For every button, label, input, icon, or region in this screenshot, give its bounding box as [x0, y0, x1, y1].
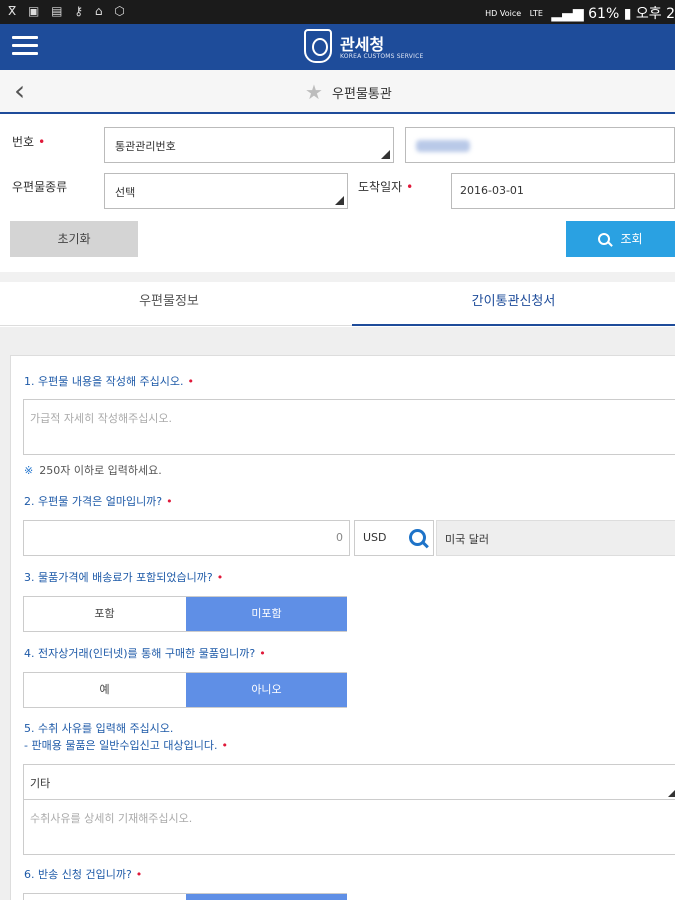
mail-type-value: 선택 — [115, 186, 136, 199]
logo-subtitle: KOREA CUSTOMS SERVICE — [340, 53, 424, 60]
question-1: 1. 우편물 내용을 작성해 주십시오. • — [24, 375, 195, 388]
tab-simple-declaration[interactable]: 간이통관신청서 — [352, 282, 675, 326]
question-2: 2. 우편물 가격은 얼마입니까? • — [24, 495, 173, 508]
page-title-group: ★ 우편물통관 — [305, 80, 392, 104]
option-return-yes[interactable] — [24, 894, 185, 900]
currency-name-field: 미국 달러 — [436, 520, 675, 556]
ecommerce-toggle: 예 아니오 — [23, 672, 347, 708]
length-hint: ※ 250자 이하로 입력하세요. — [24, 464, 162, 477]
sub-header: ‹ ★ 우편물통관 — [0, 70, 675, 114]
currency-search-icon[interactable] — [409, 529, 429, 549]
question-5: 5. 수취 사유를 입력해 주십시오. — [24, 722, 174, 735]
shipping-included-toggle: 포함 미포함 — [23, 596, 347, 632]
number-label: 번호 • — [12, 135, 46, 149]
mail-type-label: 우편물종류 — [12, 180, 68, 194]
option-not-included[interactable]: 미포함 — [186, 597, 347, 631]
hd-voice-icon: HD Voice — [485, 9, 522, 18]
declaration-form: 1. 우편물 내용을 작성해 주십시오. • 가급적 자세히 작성해주십시오. ※… — [10, 355, 675, 900]
search-form: 번호 • 통관관리번호 우편물종류 선택 도착일자 • 2016-03-01 초기화… — [0, 116, 675, 274]
reason-detail-textarea[interactable]: 수취사유를 상세히 기재해주십시오. — [23, 799, 675, 855]
question-3: 3. 물품가격에 배송료가 포함되었습니까? • — [24, 571, 224, 584]
return-toggle — [23, 893, 347, 900]
mail-type-select[interactable]: 선택 — [104, 173, 348, 209]
app-header: 관세청 KOREA CUSTOMS SERVICE — [0, 24, 675, 70]
question-4: 4. 전자상거래(인터넷)를 통해 구매한 물품입니까? • — [24, 647, 266, 660]
status-right: HD Voice LTE ▂▄▆ 61% ▮ 오후 2 — [485, 3, 675, 23]
number-type-select[interactable]: 통관관리번호 — [104, 127, 394, 163]
search-button-label: 조회 — [620, 232, 643, 246]
dropdown-corner-icon — [335, 196, 344, 205]
price-input[interactable]: 0 — [23, 520, 350, 556]
reset-button[interactable]: 초기화 — [10, 221, 138, 257]
battery-percent: 61% — [588, 6, 620, 22]
logo-title: 관세청 — [340, 35, 385, 54]
battery-icon: ▮ — [623, 6, 632, 22]
search-icon — [598, 232, 612, 247]
status-bar: ⴳ ▣ ▤ ⚷ ⌂ ⬡ HD Voice LTE ▂▄▆ 61% ▮ 오후 2 — [0, 0, 675, 24]
back-icon[interactable]: ‹ — [14, 77, 34, 105]
emblem-icon — [304, 29, 332, 63]
option-yes[interactable]: 예 — [24, 673, 185, 707]
favorite-star-icon[interactable]: ★ — [305, 80, 323, 104]
clock: 오후 2 — [635, 6, 675, 22]
search-button[interactable]: 조회 — [566, 221, 675, 257]
notification-icons: ⴳ ▣ ▤ ⚷ ⌂ ⬡ — [8, 4, 129, 18]
redacted-value — [416, 140, 470, 152]
option-return-no[interactable] — [186, 894, 347, 900]
arrival-date-input[interactable]: 2016-03-01 — [451, 173, 675, 209]
signal-icon: ▂▄▆ — [551, 6, 589, 22]
number-type-value: 통관관리번호 — [115, 140, 176, 153]
contents-textarea[interactable]: 가급적 자세히 작성해주십시오. — [23, 399, 675, 455]
arrival-date-label: 도착일자 • — [358, 180, 414, 194]
divider — [0, 272, 675, 282]
question-6: 6. 반송 신청 건입니까? • — [24, 868, 143, 881]
network-label: LTE — [529, 9, 543, 18]
dropdown-corner-icon — [668, 790, 675, 797]
tab-mail-info[interactable]: 우편물정보 — [0, 282, 338, 326]
receipt-reason-select[interactable]: 기타 — [23, 764, 675, 800]
question-5-note: - 판매용 물품은 일반수입신고 대상입니다. • — [24, 739, 228, 752]
option-no[interactable]: 아니오 — [186, 673, 347, 707]
dropdown-corner-icon — [381, 150, 390, 159]
menu-icon[interactable] — [12, 36, 38, 56]
number-input[interactable] — [405, 127, 675, 163]
receipt-reason-value: 기타 — [30, 777, 51, 790]
tab-bar: 우편물정보 간이통관신청서 — [0, 282, 675, 326]
option-included[interactable]: 포함 — [24, 597, 185, 631]
page-title: 우편물통관 — [332, 86, 392, 102]
